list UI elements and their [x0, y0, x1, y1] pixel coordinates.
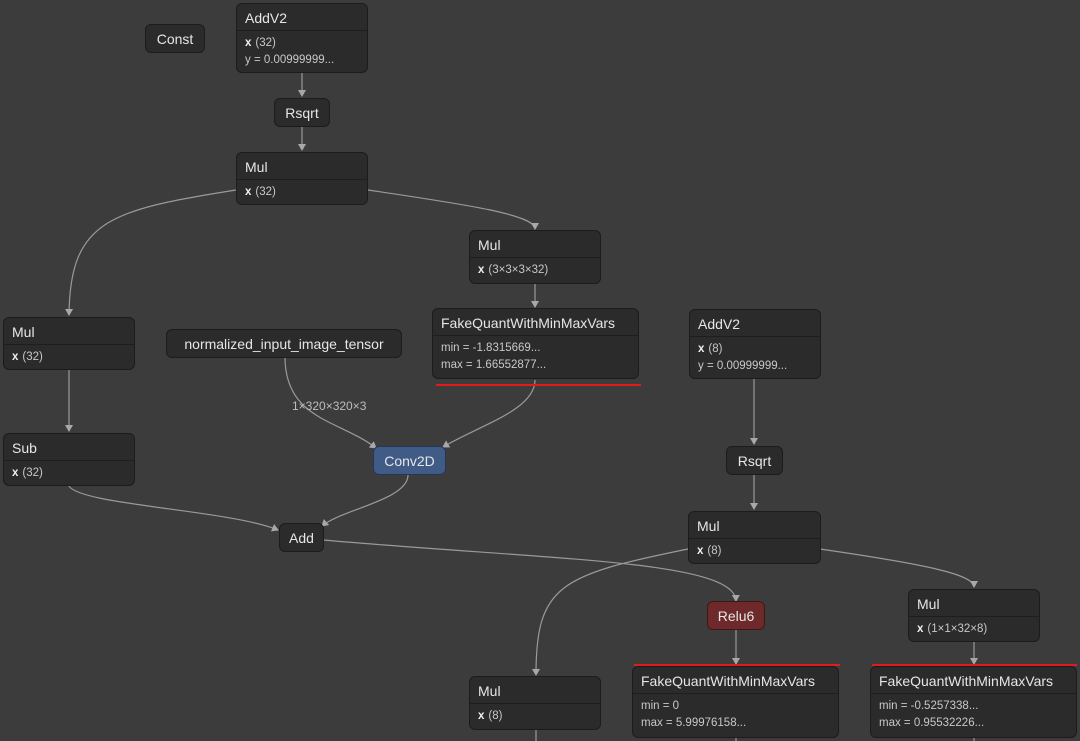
- node-mul-right-title: Mul: [697, 518, 720, 534]
- node-mul-weights[interactable]: Mul x (3×3×3×32): [469, 230, 601, 284]
- node-fakequant-relu-max: max = 5.99976158...: [641, 717, 747, 729]
- node-fakequant-right[interactable]: FakeQuantWithMinMaxVars min = -0.5257338…: [870, 666, 1077, 738]
- node-addv2-top[interactable]: AddV2 x (32) y = 0.00999999...: [236, 3, 368, 73]
- node-mul-right2-x: (1×1×32×8): [927, 623, 988, 635]
- node-conv2d[interactable]: Conv2D: [373, 446, 446, 475]
- node-mul-right2[interactable]: Mul x (1×1×32×8): [908, 589, 1040, 642]
- node-addv2-top-x: (32): [255, 37, 276, 49]
- node-conv2d-title: Conv2D: [384, 453, 435, 469]
- node-addv2-top-y: y = 0.00999999...: [245, 54, 335, 66]
- node-mul-left[interactable]: Mul x (32): [3, 317, 135, 370]
- attr-x-label: x: [698, 343, 705, 355]
- node-add[interactable]: Add: [279, 523, 324, 552]
- node-mul-right2-title: Mul: [917, 596, 940, 612]
- node-addv2-right[interactable]: AddV2 x (8) y = 0.00999999...: [689, 309, 821, 379]
- edge-mulr-mulr2: [819, 548, 978, 588]
- attr-x-label: x: [917, 623, 924, 635]
- node-fakequant-relu-min: min = 0: [641, 700, 680, 712]
- attr-x-label: x: [245, 186, 252, 198]
- node-relu6[interactable]: Relu6: [707, 601, 765, 630]
- node-add-title: Add: [289, 530, 314, 546]
- node-addv2-right-title: AddV2: [698, 316, 741, 332]
- node-sub-x: (32): [22, 467, 43, 479]
- node-fakequant-right-max: max = 0.95532226...: [879, 717, 985, 729]
- node-sub[interactable]: Sub x (32): [3, 433, 135, 486]
- node-fakequant-weights-min: min = -1.8315669...: [441, 342, 541, 354]
- node-mul-bottom-x: (8): [488, 710, 503, 722]
- node-addv2-right-y: y = 0.00999999...: [698, 360, 788, 372]
- node-mul-top-title: Mul: [245, 159, 268, 175]
- edge-mulr-mulbottom: [532, 548, 689, 676]
- attr-x-label: x: [478, 710, 485, 722]
- node-mul-left-title: Mul: [12, 324, 35, 340]
- node-const[interactable]: Const: [145, 24, 205, 53]
- attr-x-label: x: [697, 545, 704, 557]
- node-fakequant-weights-max: max = 1.66552877...: [441, 359, 547, 371]
- node-mul-right-x: (8): [707, 545, 722, 557]
- node-mul-top[interactable]: Mul x (32): [236, 152, 368, 205]
- edge-sub-add: [68, 485, 279, 532]
- node-mul-bottom-title: Mul: [478, 683, 501, 699]
- edge-label-input-shape: 1×320×320×3: [292, 399, 367, 413]
- node-mul-weights-title: Mul: [478, 237, 501, 253]
- attr-x-label: x: [478, 264, 485, 276]
- edge-fq-conv: [442, 379, 536, 448]
- node-rsqrt-top-title: Rsqrt: [285, 105, 319, 121]
- node-rsqrt-right[interactable]: Rsqrt: [726, 446, 783, 475]
- node-addv2-right-x: (8): [708, 343, 723, 355]
- node-fakequant-right-min: min = -0.5257338...: [879, 700, 979, 712]
- node-mul-top-x: (32): [255, 186, 276, 198]
- node-const-title: Const: [156, 31, 194, 47]
- attr-x-label: x: [12, 467, 19, 479]
- node-rsqrt-top[interactable]: Rsqrt: [274, 98, 330, 127]
- node-rsqrt-right-title: Rsqrt: [737, 453, 772, 469]
- node-input-tensor-title: normalized_input_image_tensor: [184, 336, 384, 352]
- attr-x-label: x: [245, 37, 252, 49]
- edge-mul-mulweights: [367, 189, 539, 230]
- node-mul-weights-x: (3×3×3×32): [488, 264, 549, 276]
- node-fakequant-relu[interactable]: FakeQuantWithMinMaxVars min = 0 max = 5.…: [632, 666, 839, 738]
- node-input-tensor[interactable]: normalized_input_image_tensor: [166, 329, 402, 358]
- node-mul-bottom[interactable]: Mul x (8): [469, 676, 601, 730]
- node-fakequant-relu-title: FakeQuantWithMinMaxVars: [641, 673, 816, 689]
- node-fakequant-weights[interactable]: FakeQuantWithMinMaxVars min = -1.8315669…: [432, 308, 639, 379]
- edge-add-relu: [322, 539, 740, 602]
- edge-mul-mulleft: [65, 189, 237, 316]
- edge-conv-add: [321, 474, 409, 527]
- node-relu6-title: Relu6: [717, 608, 755, 624]
- node-fakequant-right-title: FakeQuantWithMinMaxVars: [879, 673, 1054, 689]
- node-addv2-top-title: AddV2: [245, 10, 288, 26]
- node-fakequant-weights-title: FakeQuantWithMinMaxVars: [441, 315, 616, 331]
- attr-x-label: x: [12, 351, 19, 363]
- highlight-fakequant-weights: [436, 384, 641, 386]
- node-sub-title: Sub: [12, 440, 37, 456]
- node-mul-right[interactable]: Mul x (8): [688, 511, 821, 564]
- node-mul-left-x: (32): [22, 351, 43, 363]
